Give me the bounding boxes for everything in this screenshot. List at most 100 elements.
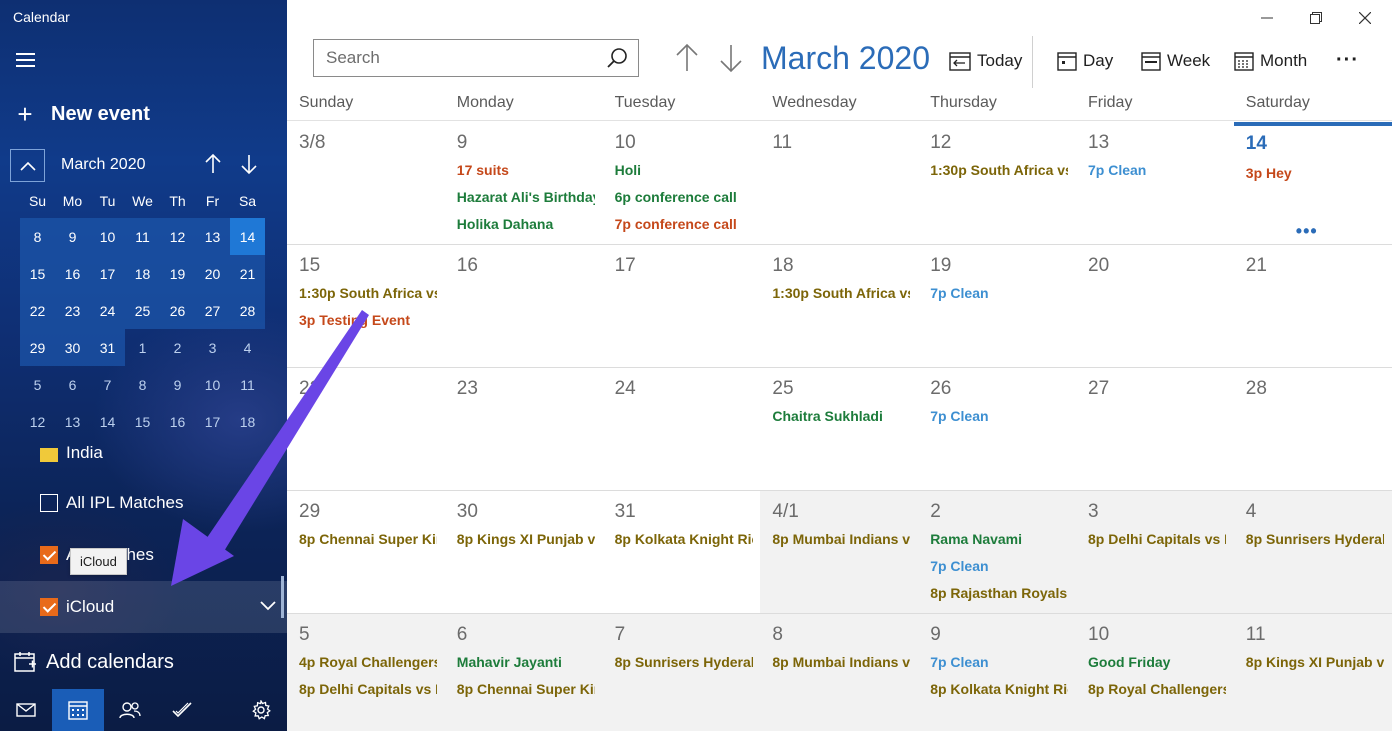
event-item[interactable]: 6p conference call: [615, 189, 753, 205]
mini-calendar-day[interactable]: 14: [90, 403, 125, 440]
event-item[interactable]: 3p Testing Event: [299, 312, 437, 328]
event-item[interactable]: 8p Kolkata Knight Ric: [930, 681, 1068, 697]
day-cell[interactable]: 2 Rama Navami 7p Clean 8p Rajasthan Royals …: [918, 491, 1076, 613]
mini-calendar-day[interactable]: 27: [195, 292, 230, 329]
mini-calendar-day[interactable]: 11: [230, 366, 265, 403]
event-item[interactable]: 8p Chennai Super Kir: [299, 531, 437, 547]
mini-calendar-month[interactable]: March 2020: [61, 156, 146, 174]
mini-calendar-day[interactable]: 16: [55, 255, 90, 292]
calendar-checkbox[interactable]: [40, 494, 58, 512]
mini-calendar-day[interactable]: 2: [160, 329, 195, 366]
sidebar-scrollbar[interactable]: [281, 576, 284, 618]
day-cell[interactable]: 3 8p Delhi Capitals vs K: [1076, 491, 1234, 613]
day-cell[interactable]: 28: [1234, 368, 1392, 490]
chevron-down-icon[interactable]: [259, 600, 277, 612]
event-item[interactable]: 7p Clean: [930, 285, 1068, 301]
event-item[interactable]: Rama Navami: [930, 531, 1068, 547]
day-cell[interactable]: 17: [603, 245, 761, 367]
settings-button[interactable]: [235, 689, 287, 731]
mini-calendar-day[interactable]: 11: [125, 218, 160, 255]
day-cell[interactable]: 15 1:30p South Africa vs 3p Testing Event: [287, 245, 445, 367]
mini-calendar-day[interactable]: 7: [90, 366, 125, 403]
day-cell[interactable]: 23: [445, 368, 603, 490]
mini-calendar-day[interactable]: 15: [125, 403, 160, 440]
event-item[interactable]: 3p Hey: [1246, 165, 1384, 181]
mini-calendar-day[interactable]: 19: [160, 255, 195, 292]
mini-calendar-day[interactable]: 8: [20, 218, 55, 255]
event-item[interactable]: 8p Sunrisers Hyderab: [615, 654, 753, 670]
day-cell[interactable]: 8 8p Mumbai Indians v: [760, 614, 919, 731]
month-title[interactable]: March 2020: [761, 40, 930, 77]
mini-calendar-day[interactable]: 16: [160, 403, 195, 440]
mini-calendar-day[interactable]: 6: [55, 366, 90, 403]
mini-calendar-day[interactable]: 5: [20, 366, 55, 403]
day-cell[interactable]: 22: [287, 368, 445, 490]
mini-calendar-day[interactable]: 23: [55, 292, 90, 329]
event-item[interactable]: Mahavir Jayanti: [457, 654, 595, 670]
people-button[interactable]: [104, 689, 156, 731]
event-item[interactable]: 8p Mumbai Indians v: [772, 531, 910, 547]
collapse-mini-calendar-button[interactable]: [10, 149, 45, 182]
event-item[interactable]: 8p Royal Challengers: [1088, 681, 1226, 697]
day-cell[interactable]: 12 1:30p South Africa vs: [918, 122, 1076, 244]
add-calendars-button[interactable]: Add calendars: [13, 648, 174, 676]
mini-calendar-day[interactable]: 12: [20, 403, 55, 440]
day-cell[interactable]: 4 8p Sunrisers Hyderab: [1233, 491, 1392, 613]
mini-calendar-day[interactable]: 26: [160, 292, 195, 329]
mini-calendar-day[interactable]: 29: [20, 329, 55, 366]
event-item[interactable]: 7p Clean: [930, 558, 1068, 574]
mini-calendar-day[interactable]: 3: [195, 329, 230, 366]
calendar-checkbox[interactable]: [40, 546, 58, 564]
day-cell[interactable]: 5 4p Royal Challengers 8p Delhi Capitals v…: [287, 614, 445, 731]
mini-calendar-day[interactable]: 18: [125, 255, 160, 292]
mini-calendar-day[interactable]: 13: [195, 218, 230, 255]
mini-calendar-day[interactable]: 18: [230, 403, 265, 440]
mini-calendar-day[interactable]: 30: [55, 329, 90, 366]
event-item[interactable]: 8p Sunrisers Hyderab: [1246, 531, 1384, 547]
mini-calendar-day[interactable]: 9: [160, 366, 195, 403]
day-cell[interactable]: 9 17 suits Hazarat Ali's Birthday Holika Da…: [445, 122, 603, 244]
day-cell[interactable]: 11 8p Kings XI Punjab vs: [1233, 614, 1392, 731]
mini-calendar-day[interactable]: 22: [20, 292, 55, 329]
day-view-button[interactable]: Day: [1057, 47, 1113, 75]
day-cell[interactable]: 21: [1234, 245, 1392, 367]
day-cell[interactable]: 6 Mahavir Jayanti 8p Chennai Super Kir: [444, 614, 603, 731]
mini-calendar-day[interactable]: 9: [55, 218, 90, 255]
day-cell[interactable]: 19 7p Clean: [918, 245, 1076, 367]
event-item[interactable]: 1:30p South Africa vs: [930, 162, 1068, 178]
day-cell[interactable]: 16: [445, 245, 603, 367]
mini-calendar-day[interactable]: 4: [230, 329, 265, 366]
mini-calendar-day[interactable]: 10: [195, 366, 230, 403]
calendar-checkbox[interactable]: [40, 448, 58, 462]
search-icon[interactable]: [606, 47, 628, 69]
event-item[interactable]: Good Friday: [1088, 654, 1226, 670]
event-item[interactable]: 17 suits: [457, 162, 595, 178]
day-cell[interactable]: 13 7p Clean: [1076, 122, 1234, 244]
event-item[interactable]: 7p conference call: [615, 216, 753, 232]
mini-calendar-day[interactable]: 20: [195, 255, 230, 292]
event-item[interactable]: 8p Mumbai Indians v: [772, 654, 910, 670]
day-cell[interactable]: 3/8: [287, 122, 445, 244]
calendar-checkbox[interactable]: [40, 598, 58, 616]
day-cell[interactable]: 18 1:30p South Africa vs: [760, 245, 918, 367]
event-item[interactable]: 1:30p South Africa vs: [299, 285, 437, 301]
event-item[interactable]: 7p Clean: [930, 654, 1068, 670]
day-cell[interactable]: 25 Chaitra Sukhladi: [760, 368, 918, 490]
event-item[interactable]: Hazarat Ali's Birthday: [457, 189, 595, 205]
next-month-button[interactable]: [718, 42, 744, 74]
calendar-item-partial[interactable]: India: [0, 440, 287, 462]
mini-calendar-day[interactable]: 25: [125, 292, 160, 329]
day-cell[interactable]: 29 8p Chennai Super Kir: [287, 491, 445, 613]
event-item[interactable]: 8p Delhi Capitals vs F: [299, 681, 437, 697]
month-view-button[interactable]: Month: [1234, 47, 1307, 75]
calendar-item-icloud[interactable]: iCloud: [0, 581, 287, 633]
calendar-item-all-ipl-matches[interactable]: All IPL Matches: [0, 477, 287, 529]
day-cell[interactable]: 24: [603, 368, 761, 490]
day-cell[interactable]: 26 7p Clean: [918, 368, 1076, 490]
mini-calendar-day[interactable]: 31: [90, 329, 125, 366]
event-item[interactable]: 8p Delhi Capitals vs K: [1088, 531, 1226, 547]
day-cell[interactable]: 27: [1076, 368, 1234, 490]
day-cell[interactable]: 20: [1076, 245, 1234, 367]
mini-calendar-day[interactable]: 21: [230, 255, 265, 292]
day-cell[interactable]: 10 Good Friday 8p Royal Challengers: [1076, 614, 1234, 731]
